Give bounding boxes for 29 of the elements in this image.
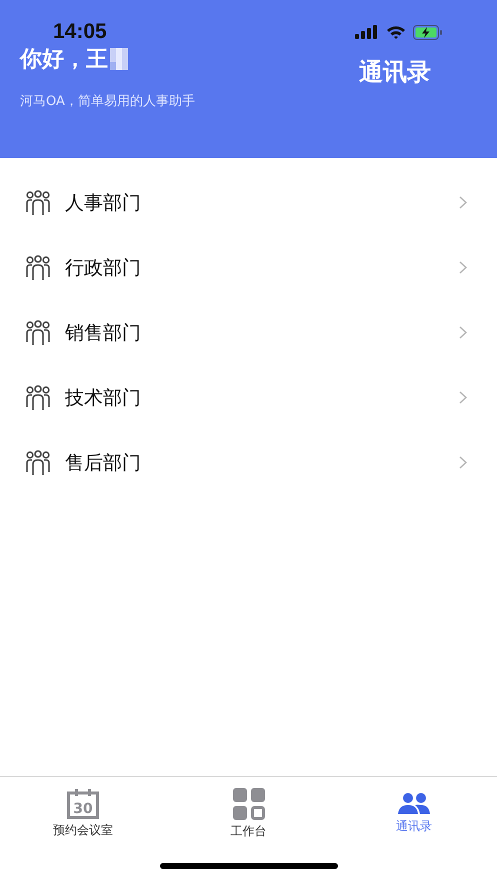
group-icon bbox=[24, 254, 52, 280]
page-title: 通讯录 bbox=[359, 57, 431, 88]
group-icon bbox=[24, 190, 52, 216]
signal-icon bbox=[355, 25, 379, 39]
wifi-icon bbox=[386, 24, 406, 40]
subtitle-text: 河马OA，简单易用的人事助手 bbox=[20, 93, 195, 110]
group-icon bbox=[24, 450, 52, 476]
department-item[interactable]: 销售部门 bbox=[0, 300, 497, 365]
department-item[interactable]: 售后部门 bbox=[0, 430, 497, 495]
chevron-icon bbox=[459, 391, 467, 404]
group-icon bbox=[24, 384, 52, 410]
tab-item[interactable]: 通讯录 bbox=[331, 777, 497, 851]
tab-item[interactable]: 工作台 bbox=[166, 777, 332, 851]
chevron-icon bbox=[459, 326, 467, 339]
status-time: 14:05 bbox=[53, 20, 107, 44]
chevron-icon bbox=[459, 261, 467, 274]
chevron-icon bbox=[459, 196, 467, 209]
calendar-date: 30 bbox=[73, 801, 93, 817]
battery-icon bbox=[413, 24, 443, 40]
tab-item[interactable]: 30 预约会议室 bbox=[0, 777, 166, 851]
grid-icon bbox=[232, 788, 264, 820]
blurred-name bbox=[110, 48, 128, 70]
people-icon bbox=[398, 793, 430, 815]
department-item[interactable]: 技术部门 bbox=[0, 365, 497, 430]
group-icon bbox=[24, 320, 52, 346]
department-item[interactable]: 行政部门 bbox=[0, 235, 497, 300]
greeting-text: 你好，王 bbox=[20, 46, 108, 74]
chevron-icon bbox=[459, 456, 467, 469]
department-item[interactable]: 人事部门 bbox=[0, 170, 497, 235]
